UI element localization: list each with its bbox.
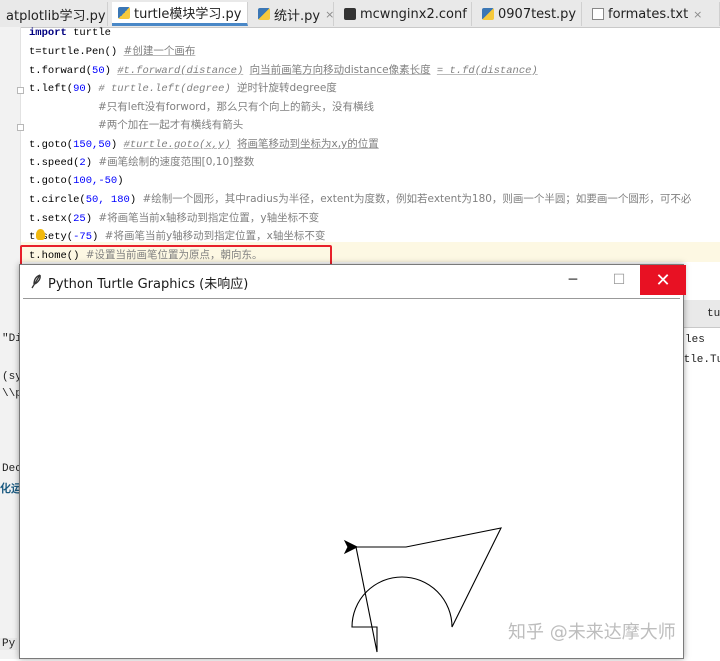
code-text: ) <box>86 157 92 169</box>
python-file-icon <box>482 8 494 20</box>
editor-tab-bar: atplotlib学习.py × turtle模块学习.py × 统计.py ×… <box>0 0 720 28</box>
code-text: ) <box>117 175 123 187</box>
code-comment: 向当前画笔方向移动distance像素长度 <box>250 64 431 76</box>
code-comment: #将画笔当前x轴移动到指定位置，y轴坐标不变 <box>98 212 319 224</box>
code-line: t.goto(100,-50) <box>29 173 124 190</box>
code-line: t.goto(150,50) #turtle.goto(x,y) 将画笔移动到坐… <box>29 136 379 153</box>
tab-turtle-module[interactable]: turtle模块学习.py × <box>112 2 248 26</box>
fold-icon[interactable] <box>17 87 24 94</box>
code-number: -75 <box>73 231 92 243</box>
close-icon[interactable]: × <box>246 6 248 19</box>
background-tab-label[interactable]: tu <box>707 308 720 320</box>
close-icon[interactable]: × <box>581 8 582 21</box>
minimize-button[interactable]: ─ <box>550 265 596 295</box>
code-line: t.sety(-75) #将画笔当前y轴移动到指定位置，x轴坐标不变 <box>29 228 325 245</box>
code-number: 50, 180 <box>86 194 130 206</box>
close-icon[interactable]: × <box>693 8 702 21</box>
python-file-icon <box>118 7 130 19</box>
code-comment: # turtle.left(degree) <box>98 83 230 95</box>
tab-statistics[interactable]: 统计.py × <box>252 2 334 26</box>
code-text: t.forward( <box>29 65 92 77</box>
code-comment: = t.fd(distance) <box>437 65 538 77</box>
code-comment: #t.forward(distance) <box>117 65 243 77</box>
code-text: ) <box>111 139 117 151</box>
code-line: #只有left没有forword，那么只有个向上的箭头，没有横线 <box>98 99 374 116</box>
code-text: t.goto( <box>29 139 73 151</box>
intention-bulb-icon[interactable] <box>36 229 45 240</box>
code-number: 100,-50 <box>73 175 117 187</box>
code-text: ) <box>130 194 136 206</box>
turtle-canvas[interactable] <box>23 298 680 657</box>
code-line: t.left(90) # turtle.left(degree) 逆时针旋转de… <box>29 80 337 97</box>
tab-nginx-conf[interactable]: mcwnginx2.conf × <box>338 2 472 26</box>
code-line: t.forward(50) #t.forward(distance) 向当前画笔… <box>29 62 538 79</box>
code-text: ) <box>86 83 92 95</box>
code-text: ) <box>92 231 98 243</box>
config-file-icon <box>344 8 356 20</box>
code-comment: #只有left没有forword，那么只有个向上的箭头，没有横线 <box>98 101 374 113</box>
code-line: t.circle(50, 180) #绘制一个圆形，其中radius为半径，ex… <box>29 191 691 208</box>
code-text: t.left( <box>29 83 73 95</box>
code-comment: 将画笔移动到坐标为x,y的位置 <box>237 138 379 150</box>
code-number: 50 <box>92 65 105 77</box>
code-number: 90 <box>73 83 86 95</box>
code-line: t.speed(2) #画笔绘制的速度范围[0,10]整数 <box>29 154 254 171</box>
code-line: #两个加在一起才有横线有箭头 <box>98 117 243 134</box>
code-line: import turtle <box>29 25 111 42</box>
tab-label: turtle模块学习.py <box>134 3 241 22</box>
code-comment: 逆时针旋转degree度 <box>237 82 337 94</box>
background-panel: tu les rtle.Tu <box>683 300 720 659</box>
tab-label: atplotlib学习.py <box>6 5 106 24</box>
code-text: turtle <box>67 27 111 39</box>
fold-icon[interactable] <box>17 124 24 131</box>
code-text: t.setx( <box>29 213 73 225</box>
tab-matplotlib[interactable]: atplotlib学习.py × <box>0 2 108 26</box>
close-icon[interactable]: × <box>325 8 334 21</box>
tab-label: 0907test.py <box>498 7 576 22</box>
code-line: t=turtle.Pen() #创建一个画布 <box>29 43 195 60</box>
code-text: t.circle( <box>29 194 86 206</box>
tab-0907test[interactable]: 0907test.py × <box>476 2 582 26</box>
watermark: 知乎 @未来达摩大师 <box>508 618 676 644</box>
close-button[interactable]: ✕ <box>640 265 686 295</box>
code-text: t=turtle.Pen() <box>29 46 117 58</box>
background-tab-header: tu <box>683 300 720 328</box>
window-titlebar[interactable]: Python Turtle Graphics (未响应) ─ ☐ ✕ <box>20 265 683 297</box>
turtle-drawing <box>23 299 680 657</box>
code-comment: #turtle.goto(x,y) <box>124 139 231 151</box>
python-file-icon <box>258 8 270 20</box>
code-comment: #创建一个画布 <box>124 45 196 57</box>
code-comment: #两个加在一起才有横线有箭头 <box>98 119 243 131</box>
tab-label: formates.txt <box>608 7 688 22</box>
keyword: import <box>29 27 67 39</box>
turtle-cursor-icon <box>345 541 357 553</box>
tab-label: 统计.py <box>274 5 320 24</box>
code-comment: #画笔绘制的速度范围[0,10]整数 <box>98 156 254 168</box>
code-comment: #将画笔当前y轴移动到指定位置，x轴坐标不变 <box>105 230 326 242</box>
drawing-path <box>352 528 501 652</box>
code-text: ) <box>86 213 92 225</box>
text-file-icon <box>592 8 604 20</box>
code-text: t.goto( <box>29 175 73 187</box>
window-title: Python Turtle Graphics (未响应) <box>48 273 248 292</box>
code-comment: #绘制一个圆形，其中radius为半径，extent为度数，例如若extent为… <box>142 193 691 205</box>
code-text: t.speed( <box>29 157 79 169</box>
code-line: t.setx(25) #将画笔当前x轴移动到指定位置，y轴坐标不变 <box>29 210 319 227</box>
code-number: 25 <box>73 213 86 225</box>
maximize-button[interactable]: ☐ <box>596 265 642 295</box>
feather-icon <box>29 273 43 289</box>
code-text: ) <box>105 65 111 77</box>
tab-label: mcwnginx2.conf <box>360 7 467 22</box>
console-fragment: les <box>685 334 705 346</box>
tab-formates[interactable]: formates.txt × <box>586 2 720 26</box>
bottom-tool-tab[interactable]: Py <box>0 638 17 650</box>
turtle-graphics-window[interactable]: Python Turtle Graphics (未响应) ─ ☐ ✕ <box>19 264 684 659</box>
code-number: 150,50 <box>73 139 111 151</box>
